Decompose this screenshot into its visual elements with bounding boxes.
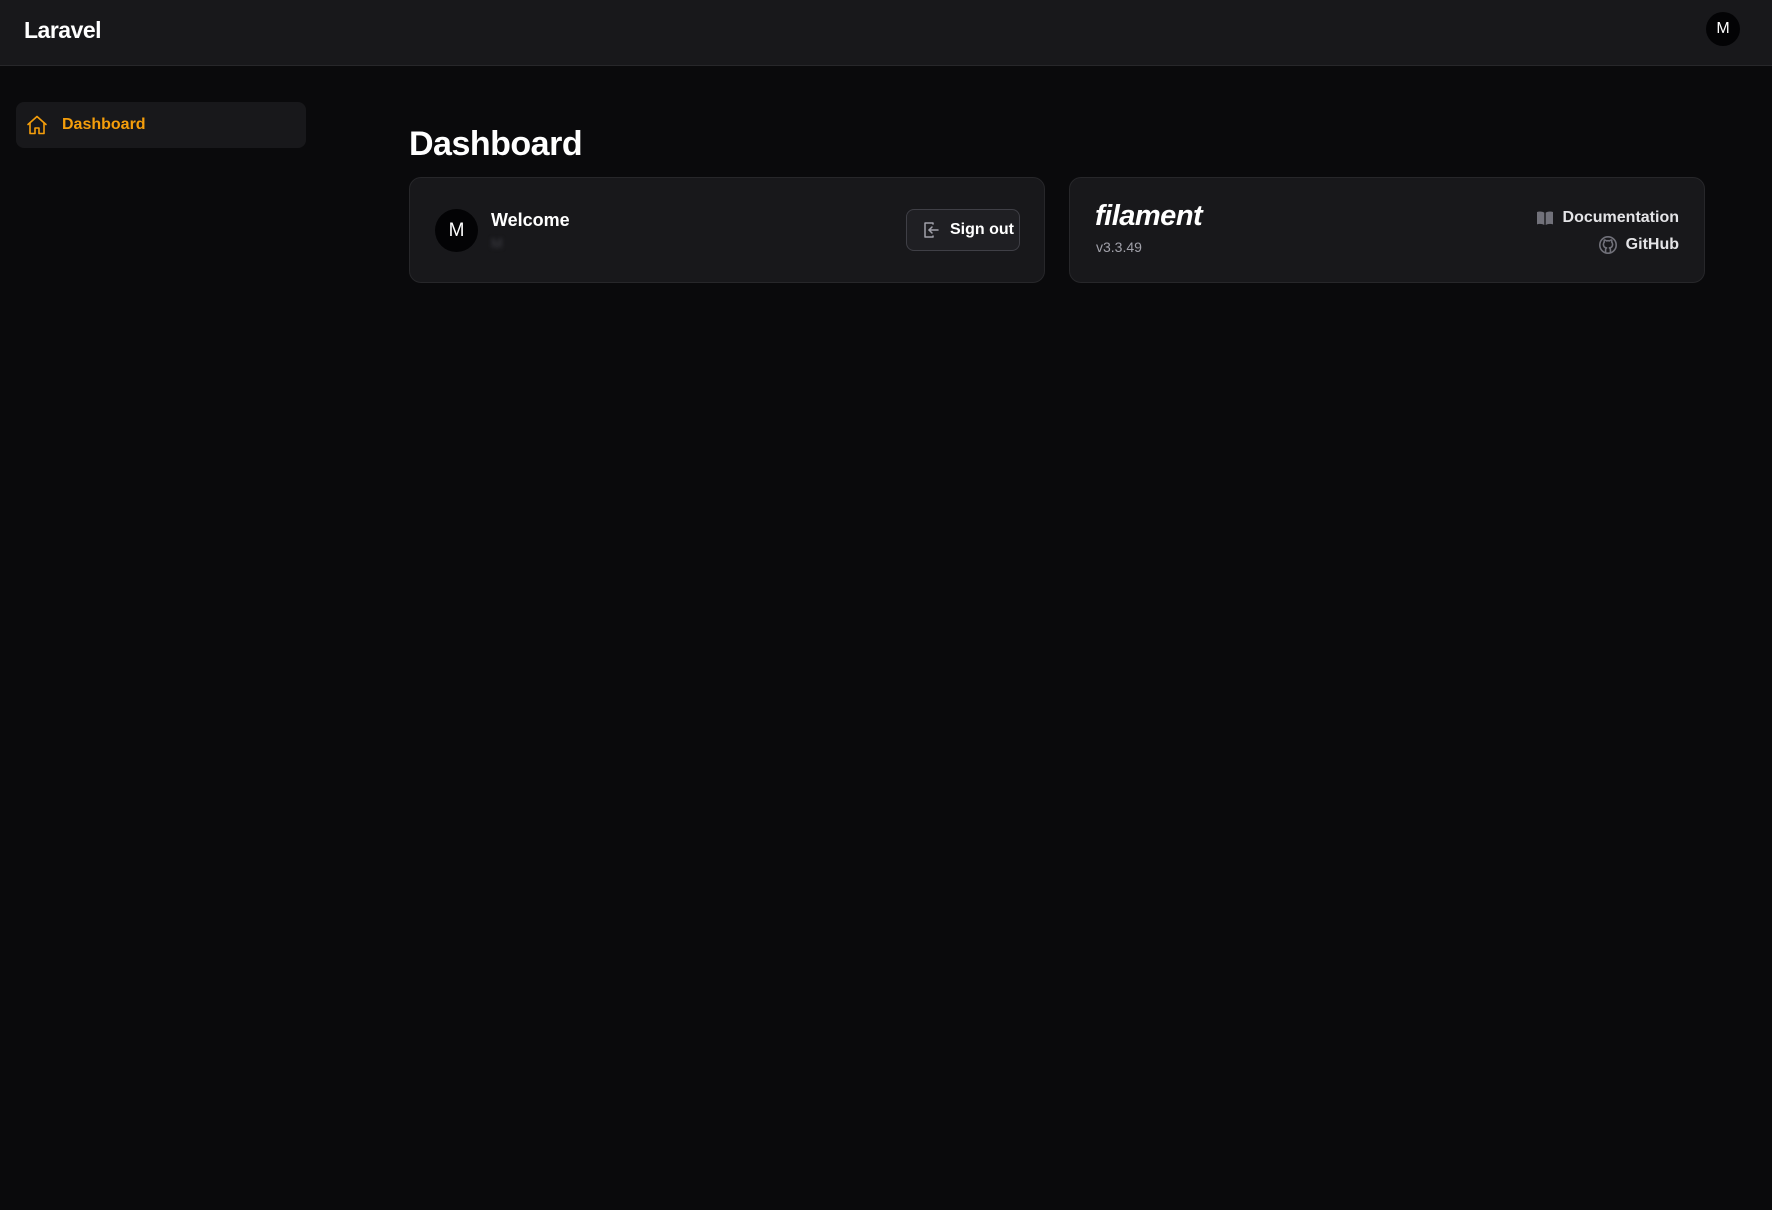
welcome-title: Welcome (491, 210, 570, 230)
filament-version: v3.3.49 (1096, 239, 1142, 255)
welcome-card: M Welcome M Sign out (409, 177, 1045, 283)
user-menu-avatar[interactable]: M (1706, 12, 1740, 46)
github-label: GitHub (1625, 236, 1679, 253)
filament-logo: filament (1095, 200, 1203, 232)
book-icon (1535, 208, 1555, 228)
page-title: Dashboard (409, 124, 583, 163)
sign-out-label: Sign out (950, 221, 1014, 238)
home-icon (25, 113, 49, 137)
filament-info-card: filament v3.3.49 Documentation GitHub (1069, 177, 1705, 283)
sidebar: Dashboard (0, 66, 320, 1210)
documentation-link[interactable]: Documentation (1535, 208, 1679, 228)
sidebar-item-label: Dashboard (62, 116, 146, 133)
sidebar-item-dashboard[interactable]: Dashboard (16, 102, 306, 148)
sign-out-icon (921, 220, 941, 240)
sign-out-button[interactable]: Sign out (906, 209, 1020, 251)
user-name: M (491, 235, 503, 251)
topbar: Laravel M (0, 0, 1772, 66)
avatar: M (435, 209, 478, 252)
github-icon (1598, 235, 1618, 255)
brand-logo[interactable]: Laravel (24, 17, 102, 44)
documentation-label: Documentation (1562, 209, 1679, 226)
github-link[interactable]: GitHub (1598, 235, 1679, 255)
